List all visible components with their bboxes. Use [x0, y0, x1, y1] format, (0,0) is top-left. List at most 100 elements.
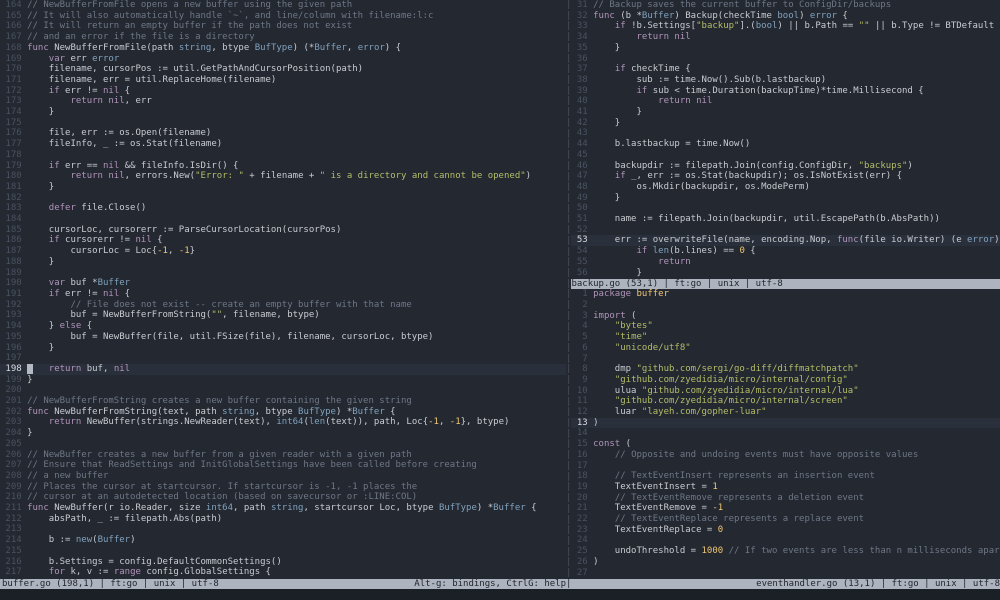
code-line[interactable]: 169 var err error [0, 54, 566, 65]
code-line[interactable]: 168 func NewBufferFromFile(path string, … [0, 43, 566, 54]
code-line[interactable]: 205 [0, 439, 566, 450]
code-line[interactable]: 7 [571, 354, 1000, 365]
code-line[interactable]: 12 luar "layeh.com/gopher-luar" [571, 407, 1000, 418]
code-line[interactable]: 202 func NewBufferFromString(text, path … [0, 407, 566, 418]
code-line[interactable]: 176 file, err := os.Open(filename) [0, 128, 566, 139]
code-line[interactable]: 50 [571, 203, 1000, 214]
code-line[interactable]: 23 TextEventReplace = 0 [571, 525, 1000, 536]
code-line[interactable]: 34 return nil [571, 32, 1000, 43]
code-line[interactable]: 18 // TextEventInsert represents an inse… [571, 471, 1000, 482]
code-line[interactable]: 35 } [571, 43, 1000, 54]
code-line[interactable]: 175 [0, 118, 566, 129]
code-line[interactable]: 33 if !b.Settings["backup"].(bool) || b.… [571, 21, 1000, 32]
code-line[interactable]: 167 // and an error if the file is a dir… [0, 32, 566, 43]
code-line[interactable]: 194 } else { [0, 321, 566, 332]
code-line[interactable]: 179 if err == nil && fileInfo.IsDir() { [0, 161, 566, 172]
code-line[interactable]: 170 filename, cursorPos := util.GetPathA… [0, 64, 566, 75]
code-line[interactable]: 21 TextEventRemove = -1 [571, 503, 1000, 514]
code-line[interactable]: 31 // Backup saves the current buffer to… [571, 0, 1000, 11]
code-line[interactable]: 209 // Places the cursor at startcursor.… [0, 482, 566, 493]
code-line[interactable]: 199 } [0, 375, 566, 386]
code-line[interactable]: 206 // NewBuffer creates a new buffer fr… [0, 450, 566, 461]
code-line[interactable]: 40 return nil [571, 96, 1000, 107]
code-line[interactable]: 44 b.lastbackup = time.Now() [571, 139, 1000, 150]
code-line[interactable]: 196 } [0, 343, 566, 354]
code-line[interactable]: 178 [0, 150, 566, 161]
code-line[interactable]: 201 // NewBufferFromString creates a new… [0, 396, 566, 407]
code-line[interactable]: 48 os.Mkdir(backupdir, os.ModePerm) [571, 182, 1000, 193]
code-line[interactable]: 51 name := filepath.Join(backupdir, util… [571, 214, 1000, 225]
code-line[interactable]: 187 cursorLoc = Loc{-1, -1} [0, 246, 566, 257]
code-line[interactable]: 54 if len(b.lines) == 0 { [571, 246, 1000, 257]
code-line[interactable]: 8 dmp "github.com/sergi/go-diff/diffmatc… [571, 364, 1000, 375]
code-line[interactable]: 171 filename, err = util.ReplaceHome(fil… [0, 75, 566, 86]
code-line[interactable]: 19 TextEventInsert = 1 [571, 482, 1000, 493]
code-line[interactable]: 191 if err != nil { [0, 289, 566, 300]
code-line[interactable]: 195 buf = NewBuffer(file, util.FSize(fil… [0, 332, 566, 343]
code-line[interactable]: 20 // TextEventRemove represents a delet… [571, 493, 1000, 504]
code-line[interactable]: 4 "bytes" [571, 321, 1000, 332]
code-line[interactable]: 204 } [0, 428, 566, 439]
code-line[interactable]: 173 return nil, err [0, 96, 566, 107]
code-line[interactable]: 1 package buffer [571, 289, 1000, 300]
code-line[interactable]: 6 "unicode/utf8" [571, 343, 1000, 354]
code-line[interactable]: 3 import ( [571, 311, 1000, 322]
code-line[interactable]: 36 [571, 54, 1000, 65]
code-line[interactable]: 177 fileInfo, _ := os.Stat(filename) [0, 139, 566, 150]
code-line[interactable]: 183 defer file.Close() [0, 203, 566, 214]
code-line[interactable]: 27 [571, 568, 1000, 579]
code-line[interactable]: 215 [0, 546, 566, 557]
code-line[interactable]: 213 [0, 524, 566, 535]
code-line[interactable]: 200 [0, 385, 566, 396]
code-line[interactable]: 182 [0, 193, 566, 204]
code-line[interactable]: 32 func (b *Buffer) Backup(checkTime boo… [571, 11, 1000, 22]
code-line[interactable]: 210 // cursor at an autodetected locatio… [0, 492, 566, 503]
code-line[interactable]: 39 if sub < time.Duration(backupTime)*ti… [571, 86, 1000, 97]
code-line[interactable]: 10 ulua "github.com/zyedidia/micro/inter… [571, 386, 1000, 397]
code-line[interactable]: 180 return nil, errors.New("Error: " + f… [0, 171, 566, 182]
code-line[interactable]: 186 if cursorerr != nil { [0, 235, 566, 246]
code-line[interactable]: 53 err := overwriteFile(name, encoding.N… [571, 235, 1000, 246]
code-line[interactable]: 2 [571, 300, 1000, 311]
code-line[interactable]: 172 if err != nil { [0, 86, 566, 97]
code-line[interactable]: 197 [0, 353, 566, 364]
code-line[interactable]: 212 absPath, _ := filepath.Abs(path) [0, 514, 566, 525]
code-line[interactable]: 42 } [571, 118, 1000, 129]
code-line[interactable]: 198 return buf, nil [0, 364, 566, 375]
code-line[interactable]: 5 "time" [571, 332, 1000, 343]
code-line[interactable]: 184 [0, 214, 566, 225]
code-line[interactable]: 208 // a new buffer [0, 471, 566, 482]
code-line[interactable]: 46 backupdir := filepath.Join(config.Con… [571, 161, 1000, 172]
code-line[interactable]: 43 [571, 128, 1000, 139]
code-line[interactable]: 56 } [571, 268, 1000, 279]
code-line[interactable]: 13 ) [571, 418, 1000, 429]
code-line[interactable]: 47 if _, err := os.Stat(backupdir); os.I… [571, 171, 1000, 182]
code-line[interactable]: 11 "github.com/zyedidia/micro/internal/s… [571, 396, 1000, 407]
code-line[interactable]: 216 b.Settings = config.DefaultCommonSet… [0, 557, 566, 568]
code-line[interactable]: 22 // TextEventReplace represents a repl… [571, 514, 1000, 525]
code-line[interactable]: 45 [571, 150, 1000, 161]
code-line[interactable]: 41 } [571, 107, 1000, 118]
code-line[interactable]: 55 return [571, 257, 1000, 268]
code-line[interactable]: 17 [571, 461, 1000, 472]
code-line[interactable]: 185 cursorLoc, cursorerr := ParseCursorL… [0, 225, 566, 236]
code-line[interactable]: 9 "github.com/zyedidia/micro/internal/co… [571, 375, 1000, 386]
code-line[interactable]: 211 func NewBuffer(r io.Reader, size int… [0, 503, 566, 514]
code-line[interactable]: 14 [571, 428, 1000, 439]
code-line[interactable]: 217 for k, v := range config.GlobalSetti… [0, 567, 566, 578]
code-line[interactable]: 188 } [0, 257, 566, 268]
code-line[interactable]: 38 sub := time.Now().Sub(b.lastbackup) [571, 75, 1000, 86]
editor-pane-backup-go[interactable]: 31 // Backup saves the current buffer to… [571, 0, 1000, 279]
code-line[interactable]: 203 return NewBuffer(strings.NewReader(t… [0, 417, 566, 428]
command-line[interactable] [0, 589, 1000, 600]
code-line[interactable]: 52 [571, 225, 1000, 236]
code-line[interactable]: 166 // It will return an empty buffer if… [0, 21, 566, 32]
code-line[interactable]: 192 // File does not exist -- create an … [0, 300, 566, 311]
code-line[interactable]: 26 ) [571, 557, 1000, 568]
code-line[interactable]: 24 [571, 535, 1000, 546]
code-line[interactable]: 25 undoThreshold = 1000 // If two events… [571, 546, 1000, 557]
code-line[interactable]: 164 // NewBufferFromFile opens a new buf… [0, 0, 566, 11]
code-line[interactable]: 193 buf = NewBufferFromString("", filena… [0, 310, 566, 321]
code-line[interactable]: 190 var buf *Buffer [0, 278, 566, 289]
code-line[interactable]: 16 // Opposite and undoing events must h… [571, 450, 1000, 461]
